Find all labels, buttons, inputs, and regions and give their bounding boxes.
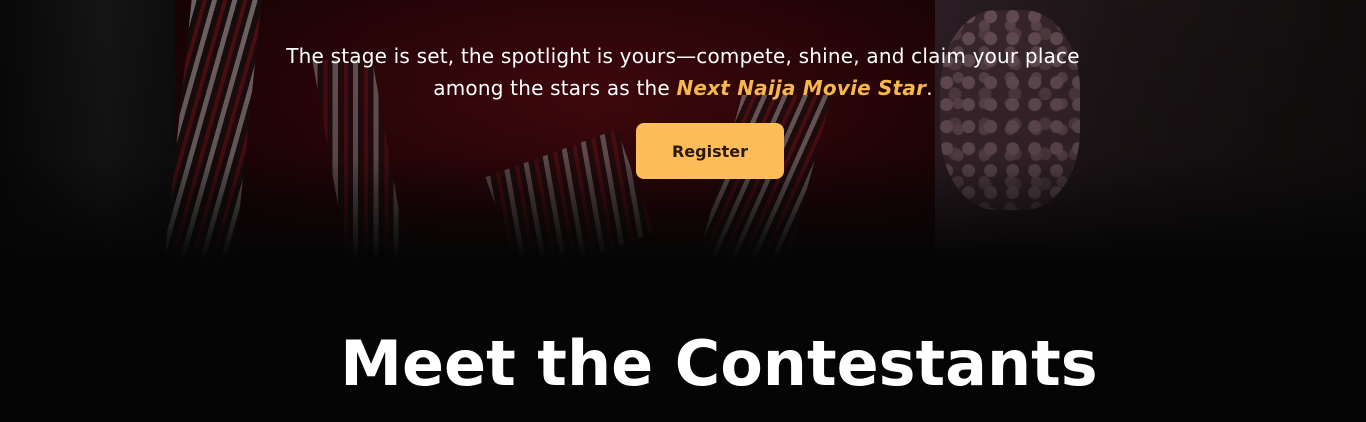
register-button[interactable]: Register	[636, 123, 784, 179]
hero-text-after: .	[926, 76, 933, 100]
hero-description: The stage is set, the spotlight is yours…	[283, 40, 1083, 104]
hero-highlight-text: Next Naija Movie Star	[676, 76, 927, 100]
contestants-section-title: Meet the Contestants	[340, 327, 1098, 400]
